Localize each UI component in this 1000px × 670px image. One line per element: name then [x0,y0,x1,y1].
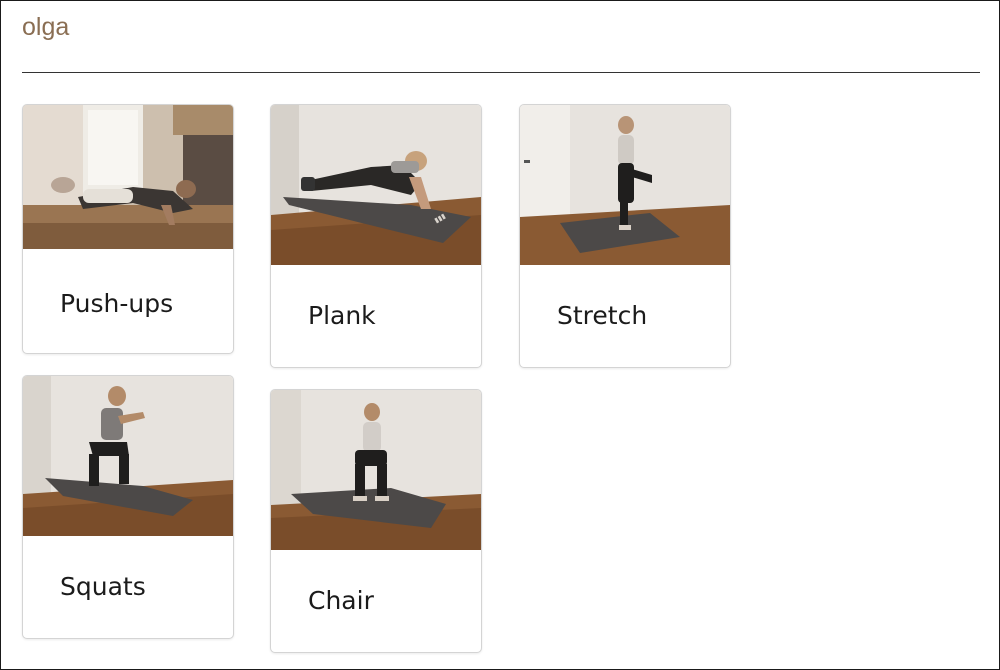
exercise-thumbnail [271,390,481,550]
exercise-name: Stretch [557,301,648,330]
search-input[interactable] [22,10,980,73]
exercise-card-stretch[interactable]: Stretch [519,104,731,368]
exercise-thumbnail [520,105,730,265]
exercise-thumbnail [23,105,233,249]
exercise-name: Chair [308,586,374,615]
exercise-name: Push-ups [60,289,174,318]
exercise-name: Squats [60,572,146,601]
exercise-card-chair[interactable]: Chair [270,389,482,653]
exercise-thumbnail: ▮▮▮ [271,105,481,265]
exercise-card-plank[interactable]: ▮▮▮ Plank [270,104,482,368]
exercise-card-squats[interactable]: Squats [22,375,234,639]
exercise-card-push-ups[interactable]: Push-ups [22,104,234,354]
exercise-thumbnail [23,376,233,536]
search-bar [22,10,980,74]
exercise-name: Plank [308,301,376,330]
